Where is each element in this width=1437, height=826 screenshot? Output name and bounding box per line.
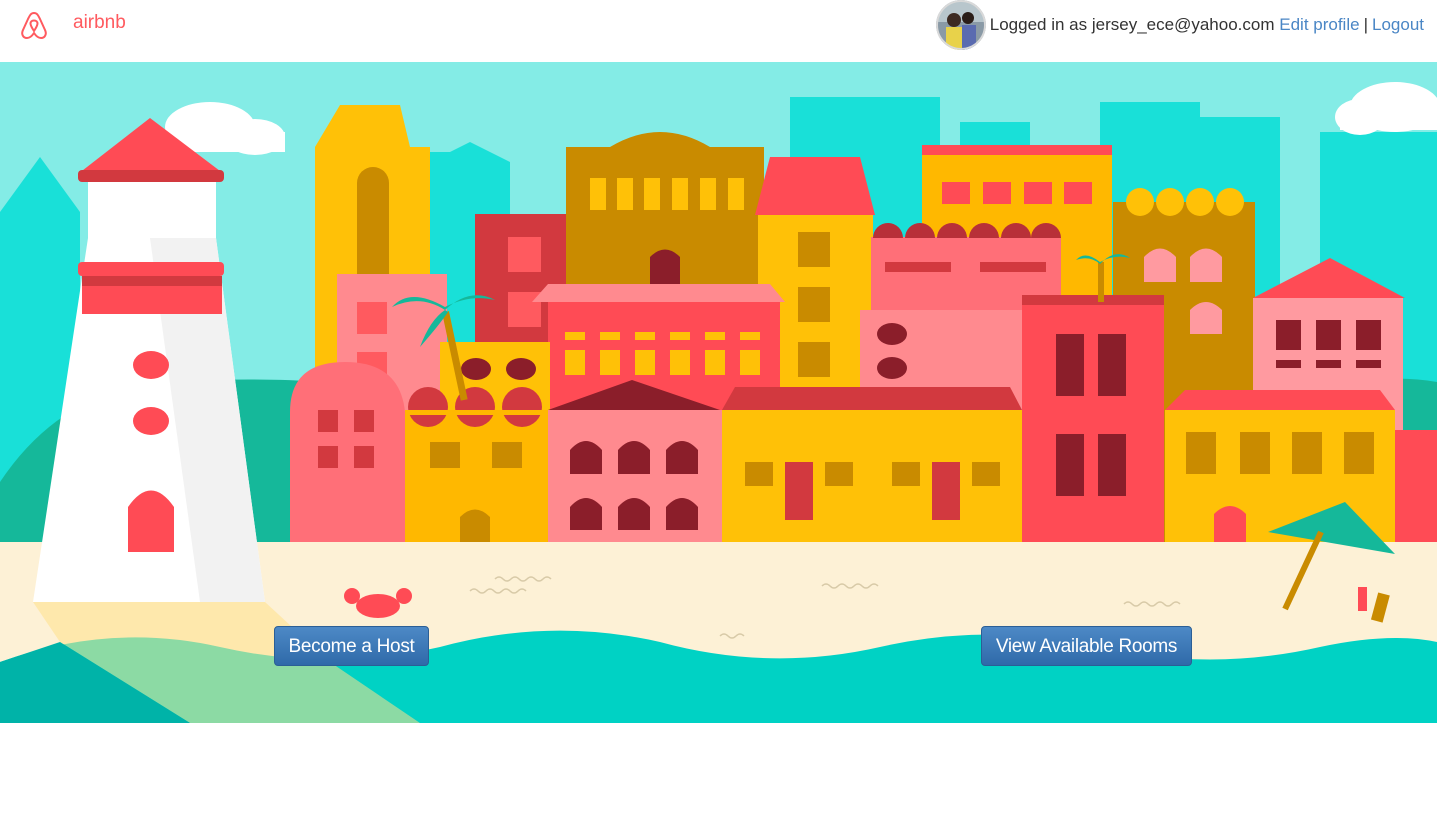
user-area: Logged in as jersey_ece@yahoo.com Edit p… [935,0,1424,50]
become-host-button[interactable]: Become a Host [274,626,429,666]
avatar[interactable] [935,0,986,50]
view-available-rooms-button[interactable]: View Available Rooms [981,626,1192,666]
brand-link[interactable]: airbnb [73,12,126,34]
user-email: jersey_ece@yahoo.com [1091,15,1275,34]
logout-link[interactable]: Logout [1372,15,1424,35]
hero-banner: Become a Host View Available Rooms [0,62,1437,723]
coastal-town-illustration [0,62,1437,723]
edit-profile-link[interactable]: Edit profile [1279,15,1359,35]
airbnb-logo-icon[interactable] [20,10,48,40]
logged-in-prefix: Logged in as [989,15,1088,34]
top-navbar: airbnb Logged in as jersey_ece@yahoo.com… [0,0,1437,62]
separator: | [1363,15,1368,34]
